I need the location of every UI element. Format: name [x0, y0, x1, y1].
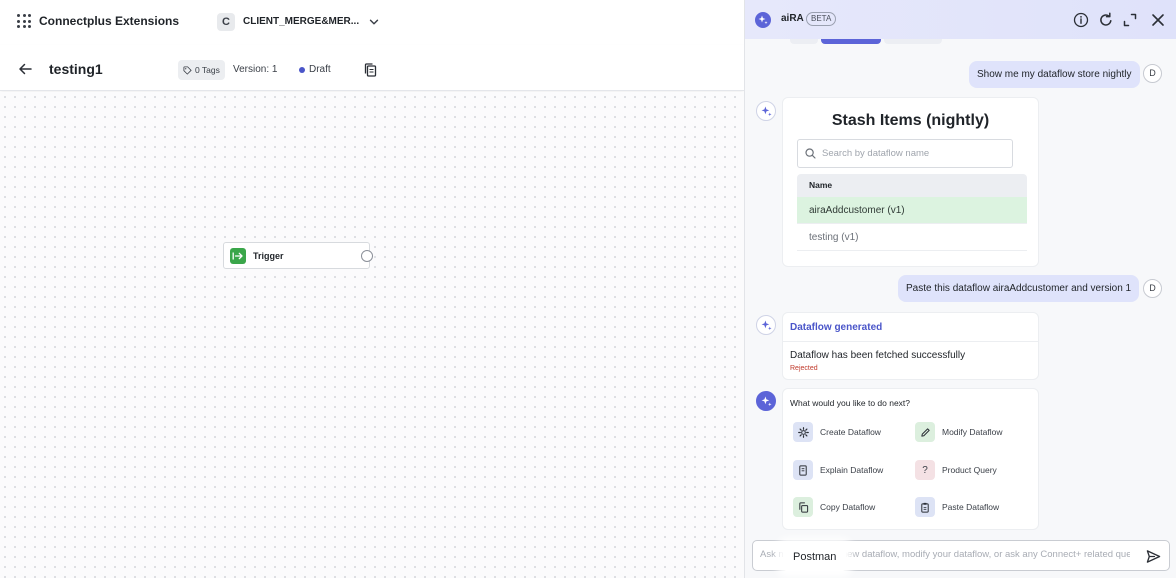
stash-items-card: Stash Items (nightly) Name airaAddcustom… — [782, 97, 1039, 267]
clipboard-icon — [915, 497, 935, 517]
aira-avatar — [756, 391, 776, 411]
user-avatar: D — [1143, 279, 1162, 298]
dataflow-title[interactable]: testing1 — [49, 61, 103, 77]
send-icon[interactable] — [1146, 549, 1161, 564]
pencil-icon — [915, 422, 935, 442]
refresh-icon[interactable] — [1098, 12, 1114, 28]
action-label: Modify Dataflow — [942, 427, 1003, 437]
stash-row[interactable]: airaAddcustomer (v1) — [797, 197, 1027, 224]
action-label: Paste Dataflow — [942, 502, 1000, 512]
question-icon: ? — [915, 460, 935, 480]
search-icon — [805, 148, 816, 159]
modify-dataflow-button[interactable]: Modify Dataflow — [915, 422, 1002, 442]
back-arrow-icon[interactable] — [18, 62, 32, 76]
stash-search-input[interactable] — [822, 148, 1007, 159]
trigger-icon — [230, 247, 246, 264]
tag-icon — [183, 65, 192, 75]
status-dot — [299, 67, 305, 73]
close-icon[interactable] — [1150, 12, 1166, 28]
product-query-button[interactable]: ? Product Query — [915, 460, 997, 480]
paste-dataflow-button[interactable]: Paste Dataflow — [915, 497, 999, 517]
chevron-down-icon[interactable] — [368, 16, 380, 28]
dataflow-header: testing1 0 Tags Version: 1 Draft — [0, 45, 744, 91]
aira-avatar — [756, 315, 776, 335]
action-label: Product Query — [942, 465, 997, 475]
info-icon[interactable] — [1073, 12, 1089, 28]
dataflow-generated-card: Dataflow generated Dataflow has been fet… — [782, 312, 1039, 380]
aira-panel: aiRA BETA Show me my dataflow store nigh… — [744, 0, 1176, 578]
trigger-output-port[interactable] — [361, 250, 373, 262]
next-actions-card: What would you like to do next? Create D… — [782, 388, 1039, 530]
next-question: What would you like to do next? — [790, 398, 911, 408]
gear-icon — [793, 422, 813, 442]
dataflow-canvas[interactable]: Trigger — [0, 92, 744, 578]
explain-dataflow-button[interactable]: Explain Dataflow — [793, 460, 883, 480]
user-message: Paste this dataflow airaAddcustomer and … — [898, 275, 1140, 302]
aira-sparkle-icon — [755, 12, 771, 28]
status-label: Draft — [309, 64, 331, 75]
copy-icon[interactable] — [364, 63, 377, 77]
aira-title: aiRA — [781, 13, 804, 24]
client-avatar[interactable]: C — [217, 13, 235, 31]
top-bar: Connectplus Extensions C CLIENT_MERGE&ME… — [0, 0, 744, 45]
divider — [783, 341, 1038, 342]
action-label: Copy Dataflow — [820, 502, 876, 512]
app-grid-icon[interactable] — [17, 14, 31, 28]
user-message: Show me my dataflow store nightly — [969, 61, 1140, 88]
stash-column-header: Name — [797, 174, 1027, 197]
beta-badge: BETA — [806, 12, 837, 26]
create-dataflow-button[interactable]: Create Dataflow — [793, 422, 881, 442]
action-label: Create Dataflow — [820, 427, 881, 437]
stash-table: Name airaAddcustomer (v1) testing (v1) — [797, 174, 1027, 251]
aira-avatar — [756, 101, 776, 121]
stash-search-box[interactable] — [797, 139, 1013, 168]
stash-row[interactable]: testing (v1) — [797, 224, 1027, 251]
generated-title: Dataflow generated — [790, 322, 883, 333]
user-message-text: Paste this dataflow airaAddcustomer and … — [906, 283, 1132, 294]
app-title: Connectplus Extensions — [39, 14, 180, 28]
stash-title: Stash Items (nightly) — [831, 112, 990, 129]
trigger-label: Trigger — [253, 250, 284, 261]
document-icon — [793, 460, 813, 480]
trigger-node[interactable]: Trigger — [223, 242, 373, 269]
tags-button[interactable]: 0 Tags — [178, 60, 225, 80]
expand-icon[interactable] — [1122, 12, 1138, 28]
action-label: Explain Dataflow — [820, 465, 884, 475]
client-selector-label[interactable]: CLIENT_MERGE&MER... — [243, 16, 359, 27]
aira-header: aiRA BETA — [745, 0, 1176, 39]
user-message-text: Show me my dataflow store nightly — [977, 69, 1132, 80]
user-avatar: D — [1143, 64, 1162, 83]
dataflow-editor: Connectplus Extensions C CLIENT_MERGE&ME… — [0, 0, 744, 578]
version-label: Version: 1 — [233, 64, 278, 75]
copy-icon — [793, 497, 813, 517]
tags-count: 0 Tags — [195, 65, 220, 75]
generated-status: Rejected — [790, 365, 818, 372]
copy-dataflow-button[interactable]: Copy Dataflow — [793, 497, 875, 517]
tooltip: Postman — [783, 544, 847, 571]
generated-message: Dataflow has been fetched successfully — [790, 350, 966, 361]
